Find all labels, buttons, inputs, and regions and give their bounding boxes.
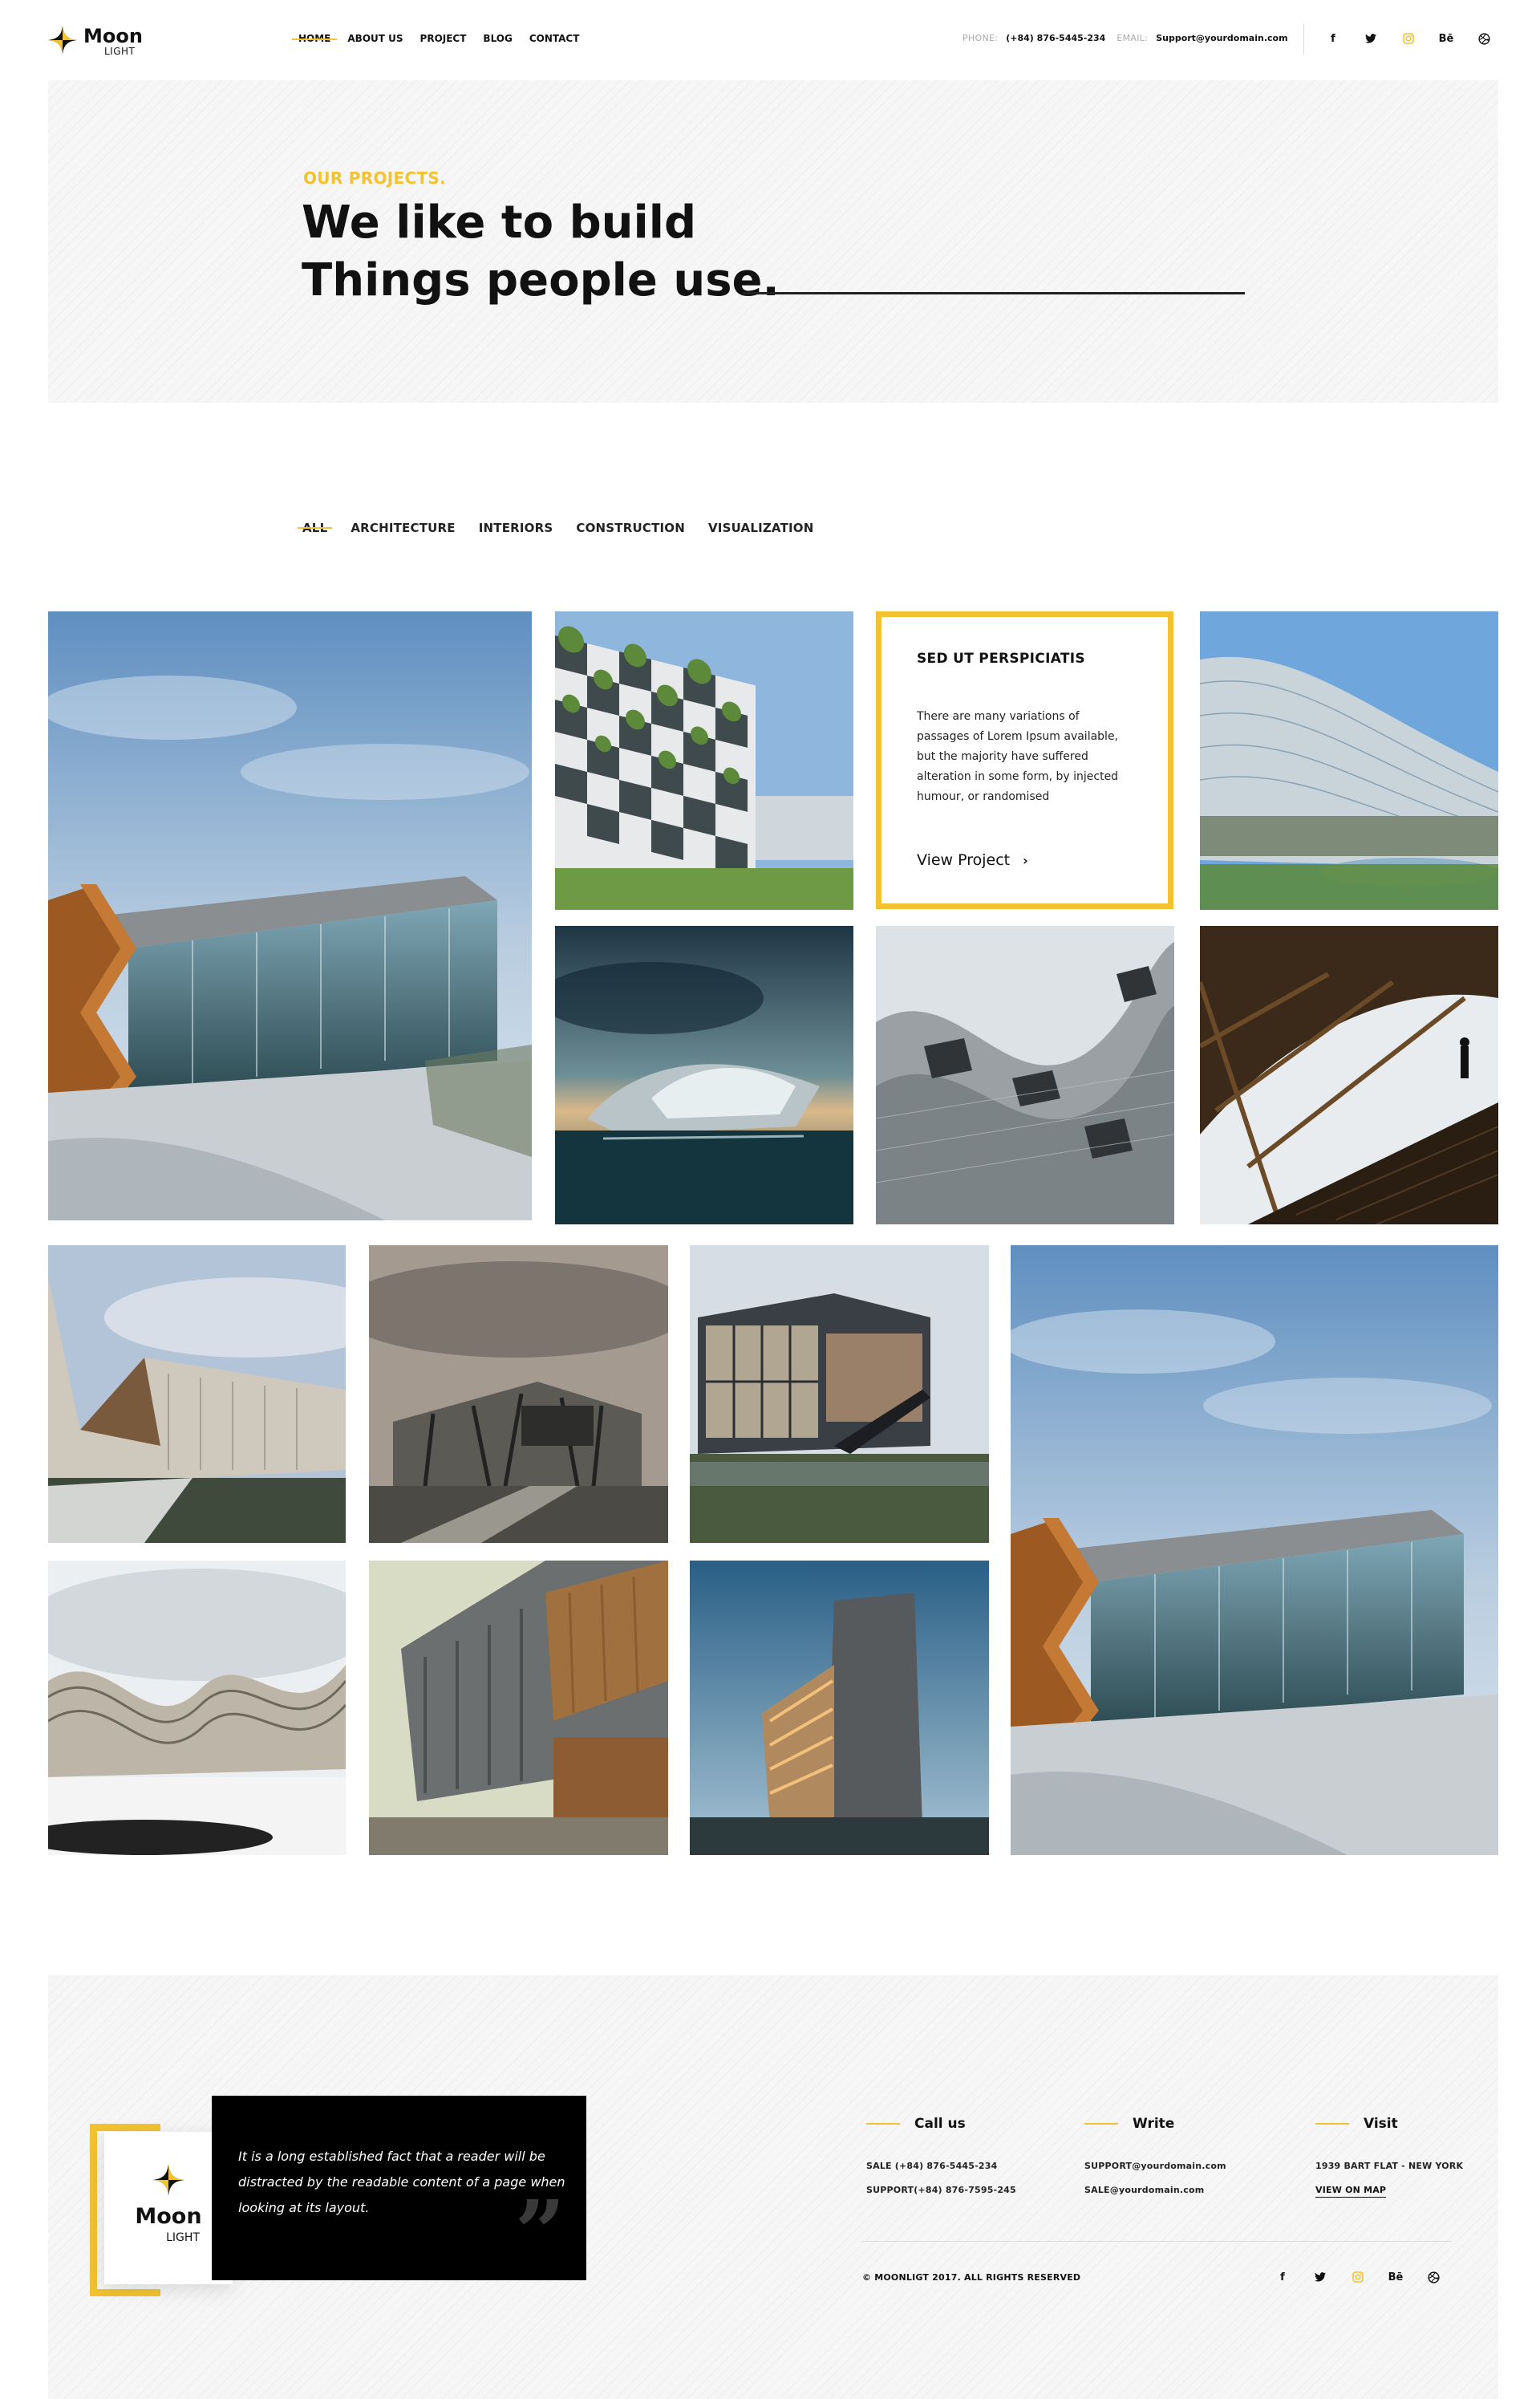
filter-architecture[interactable]: ARCHITECTURE	[351, 520, 455, 536]
filter-all[interactable]: ALL	[297, 520, 333, 536]
instagram-icon[interactable]	[1348, 2267, 1368, 2287]
project-image	[369, 1561, 668, 1855]
phone-value[interactable]: (+84) 876-5445-234	[1006, 30, 1105, 47]
view-project-link[interactable]: View Project ›	[917, 851, 1028, 869]
nav-about-us[interactable]: ABOUT US	[347, 30, 403, 47]
email-label: EMAIL:	[1116, 33, 1149, 43]
hero-decorative-line	[743, 292, 1245, 294]
hero-title-line-1: We like to build	[302, 197, 697, 249]
sale-email[interactable]: SALE@yourdomain.com	[1084, 2178, 1226, 2202]
address: 1939 BART FLAT - NEW YORK	[1315, 2161, 1464, 2171]
project-image	[1011, 1245, 1498, 1855]
behance-icon[interactable]: Bē	[1386, 2267, 1405, 2287]
chevron-right-icon: ›	[1023, 852, 1028, 868]
featured-project-description: There are many variations of passages of…	[917, 710, 1119, 803]
project-image	[876, 926, 1174, 1224]
project-tile-9[interactable]	[369, 1245, 668, 1543]
quote-mark-icon: ”	[514, 2181, 565, 2284]
nav-contact[interactable]: CONTACT	[529, 30, 580, 47]
project-image	[555, 926, 853, 1224]
view-project-label: View Project	[917, 851, 1011, 869]
heading-accent-line	[1084, 2123, 1118, 2125]
hero-section: OUR PROJECTS. We like to build Things pe…	[48, 80, 1498, 403]
main-nav: HOME ABOUT US PROJECT BLOG CONTACT	[291, 30, 580, 47]
project-image	[48, 1561, 346, 1855]
twitter-icon[interactable]	[1311, 2267, 1330, 2287]
project-tile-10[interactable]	[690, 1245, 989, 1543]
support-email[interactable]: SUPPORT@yourdomain.com	[1084, 2154, 1226, 2178]
footer-col-heading: Visit	[1315, 2116, 1463, 2132]
facebook-icon[interactable]: f	[1323, 29, 1343, 48]
hero-title-line-2: Things people use.	[302, 254, 780, 306]
footer-col-heading: Call us	[866, 2116, 1016, 2132]
project-filters: ALL ARCHITECTURE INTERIORS CONSTRUCTION …	[297, 520, 814, 536]
footer-divider	[862, 2241, 1452, 2242]
project-image	[1200, 611, 1498, 910]
sale-phone[interactable]: SALE (+84) 876-5445-234	[866, 2154, 1016, 2178]
project-tile-8[interactable]	[48, 1245, 346, 1543]
project-tile-11[interactable]	[48, 1561, 346, 1855]
hero-title: We like to build Things people use.	[302, 194, 780, 310]
twitter-icon[interactable]	[1361, 29, 1380, 48]
project-tile-13[interactable]	[690, 1561, 989, 1855]
heading-accent-line	[1315, 2123, 1349, 2125]
project-image	[48, 611, 532, 1220]
project-tile-6[interactable]	[876, 926, 1174, 1224]
featured-project-title: SED UT PERSPICIATIS	[917, 651, 1085, 667]
social-links-footer: f Bē	[1273, 2267, 1443, 2287]
hero-kicker: OUR PROJECTS.	[303, 168, 446, 188]
nav-project[interactable]: PROJECT	[420, 30, 467, 47]
project-tile-12[interactable]	[369, 1561, 668, 1855]
header-divider	[1303, 24, 1304, 55]
logo-name: Moon	[83, 25, 143, 47]
instagram-icon[interactable]	[1399, 29, 1418, 48]
dribbble-icon[interactable]	[1474, 29, 1493, 48]
email-value[interactable]: Support@yourdomain.com	[1156, 30, 1287, 47]
footer-col-call: Call us SALE (+84) 876-5445-234 SUPPORT(…	[866, 2116, 1016, 2202]
site-footer: Moon LIGHT It is a long established fact…	[48, 1975, 1498, 2399]
project-image	[690, 1561, 989, 1855]
project-tile-2[interactable]	[555, 611, 853, 910]
footer-col-heading: Write	[1084, 2116, 1226, 2132]
project-image	[1200, 926, 1498, 1224]
phone-label: PHONE:	[962, 33, 999, 43]
project-tile-7[interactable]	[1200, 926, 1498, 1224]
nav-home[interactable]: HOME	[291, 30, 338, 47]
support-phone[interactable]: SUPPORT(+84) 876-7595-245	[866, 2178, 1016, 2202]
footer-col-visit: Visit 1939 BART FLAT - NEW YORK VIEW ON …	[1315, 2116, 1463, 2202]
social-links-header: f Bē	[1323, 29, 1493, 48]
call-us-title: Call us	[914, 2116, 966, 2132]
logo[interactable]: Moon LIGHT	[47, 22, 151, 58]
dribbble-icon[interactable]	[1424, 2267, 1443, 2287]
moon-star-logo-icon	[48, 26, 77, 55]
filter-construction[interactable]: CONSTRUCTION	[576, 520, 685, 536]
header-contact: PHONE: (+84) 876-5445-234 EMAIL: Support…	[962, 30, 1288, 47]
nav-blog[interactable]: BLOG	[483, 30, 512, 47]
featured-project-card: SED UT PERSPICIATIS There are many varia…	[876, 611, 1173, 909]
footer-quote-block: It is a long established fact that a rea…	[212, 2096, 586, 2280]
project-tile-large-1[interactable]	[48, 611, 532, 1220]
filter-visualization[interactable]: VISUALIZATION	[708, 520, 814, 536]
project-image	[690, 1245, 989, 1543]
project-image	[48, 1245, 346, 1543]
facebook-icon[interactable]: f	[1273, 2267, 1292, 2287]
write-title: Write	[1133, 2116, 1175, 2132]
copyright: © MOONLIGT 2017. ALL RIGHTS RESERVED	[862, 2272, 1081, 2283]
behance-icon[interactable]: Bē	[1437, 29, 1456, 48]
project-image	[369, 1245, 668, 1543]
heading-accent-line	[866, 2123, 900, 2125]
site-header: Moon LIGHT HOME ABOUT US PROJECT BLOG CO…	[0, 0, 1540, 80]
view-on-map-link[interactable]: VIEW ON MAP	[1315, 2184, 1387, 2198]
project-tile-5[interactable]	[555, 926, 853, 1224]
project-image	[555, 611, 853, 910]
moon-star-logo-icon	[152, 2164, 184, 2196]
filter-interiors[interactable]: INTERIORS	[479, 520, 553, 536]
footer-col-write: Write SUPPORT@yourdomain.com SALE@yourdo…	[1084, 2116, 1226, 2202]
project-tile-large-2[interactable]	[1011, 1245, 1498, 1855]
logo-subtitle: LIGHT	[104, 46, 136, 57]
project-tile-4[interactable]	[1200, 611, 1498, 910]
visit-title: Visit	[1364, 2116, 1398, 2132]
